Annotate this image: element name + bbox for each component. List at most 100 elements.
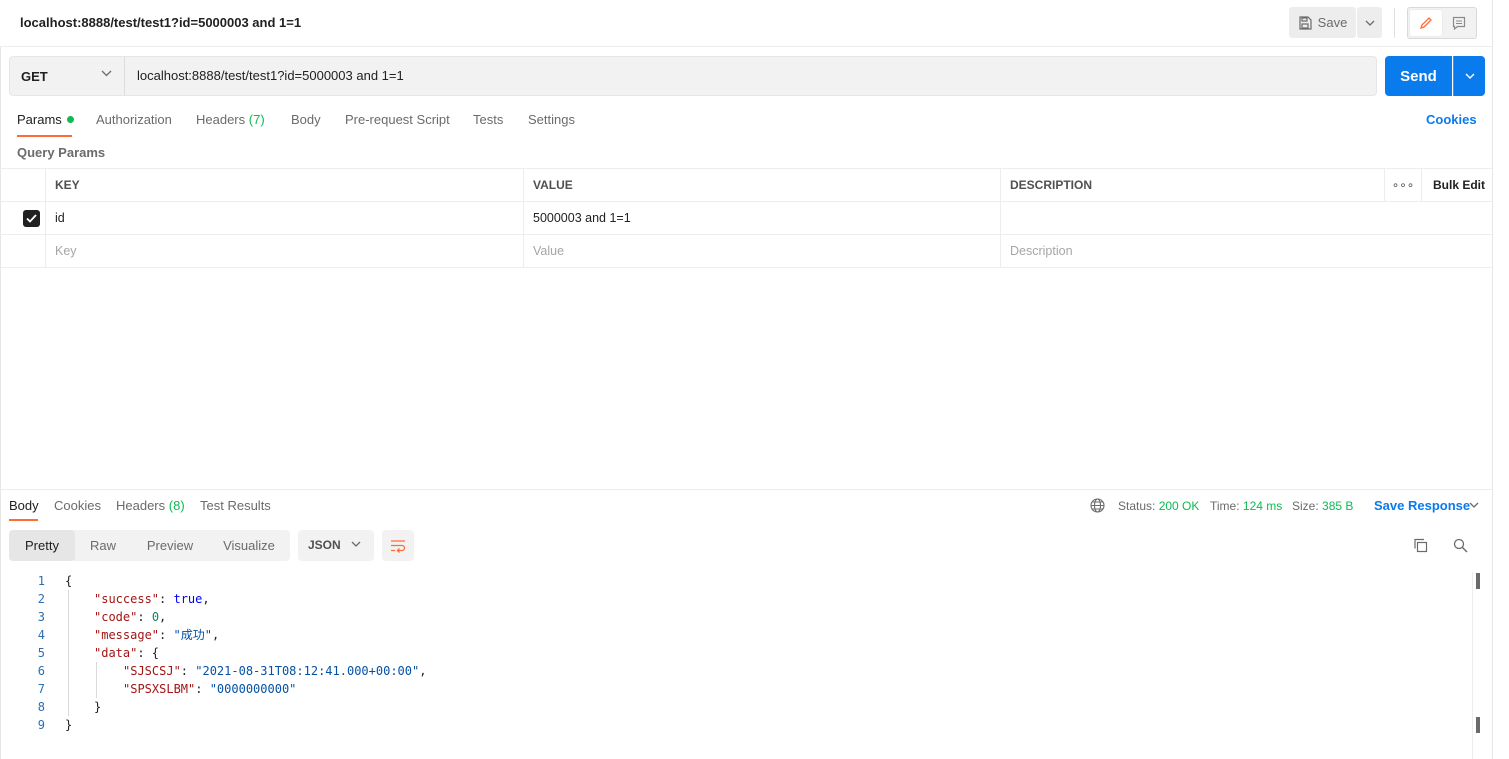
code-text: } bbox=[65, 718, 73, 732]
indent-guide bbox=[96, 662, 97, 698]
comment-mode-button[interactable] bbox=[1444, 10, 1474, 36]
params-active-dot bbox=[66, 116, 74, 123]
line-number: 9 bbox=[37, 718, 45, 732]
globe-icon[interactable] bbox=[1090, 498, 1105, 513]
response-tab-test-results[interactable]: Test Results bbox=[200, 498, 271, 513]
response-tab-body[interactable]: Body bbox=[9, 498, 39, 513]
code-text: "message": "成功", bbox=[94, 628, 220, 642]
request-header: localhost:8888/test/test1?id=5000003 and… bbox=[0, 0, 1493, 47]
line-number: 3 bbox=[37, 610, 45, 624]
more-options-icon[interactable]: ∘∘∘ bbox=[1384, 169, 1421, 202]
send-button[interactable]: Send bbox=[1385, 56, 1452, 96]
response-tab-headers[interactable]: Headers (8) bbox=[116, 498, 185, 513]
save-options-button[interactable] bbox=[1357, 7, 1382, 38]
tab-tests[interactable]: Tests bbox=[473, 112, 503, 127]
new-description-field[interactable]: Description bbox=[1000, 235, 1493, 268]
tab-settings[interactable]: Settings bbox=[528, 112, 575, 127]
chevron-down-icon bbox=[351, 541, 361, 547]
save-response-button[interactable]: Save Response bbox=[1374, 498, 1470, 513]
tab-prerequest-script[interactable]: Pre-request Script bbox=[345, 112, 450, 127]
chevron-down-icon bbox=[1365, 20, 1374, 26]
time-label: Time: bbox=[1210, 499, 1240, 513]
code-text: } bbox=[94, 700, 102, 714]
postman-app: localhost:8888/test/test1?id=5000003 and… bbox=[0, 0, 1509, 759]
chevron-down-icon bbox=[1465, 73, 1474, 79]
code-text: "data": { bbox=[94, 646, 160, 660]
column-header-value: VALUE bbox=[523, 169, 1001, 202]
tab-params[interactable]: Params bbox=[17, 112, 74, 127]
wrap-lines-icon bbox=[391, 539, 406, 553]
save-label: Save bbox=[1317, 15, 1348, 30]
new-key-field[interactable]: Key bbox=[45, 235, 523, 268]
view-raw-button[interactable]: Raw bbox=[79, 530, 127, 561]
line-number: 6 bbox=[37, 664, 45, 678]
line-number: 7 bbox=[37, 682, 45, 696]
wrap-lines-button[interactable] bbox=[382, 530, 414, 561]
response-headers-label: Headers bbox=[116, 498, 166, 513]
scroll-marker bbox=[1476, 573, 1480, 589]
tab-body[interactable]: Body bbox=[291, 112, 321, 127]
response-active-tab-indicator bbox=[9, 519, 38, 521]
active-tab-indicator bbox=[17, 135, 72, 137]
line-number: 1 bbox=[37, 574, 45, 588]
status-value: 200 OK bbox=[1158, 499, 1200, 513]
method-value: GET bbox=[21, 68, 48, 84]
request-title[interactable]: localhost:8888/test/test1?id=5000003 and… bbox=[20, 15, 301, 30]
table-row: id 5000003 and 1=1 bbox=[0, 201, 1493, 235]
table-header-row: KEY VALUE DESCRIPTION ∘∘∘ Bulk Edit bbox=[0, 168, 1493, 202]
divider bbox=[1394, 8, 1395, 38]
cookies-link[interactable]: Cookies bbox=[1426, 112, 1477, 127]
format-select[interactable]: JSON bbox=[298, 530, 374, 561]
headers-count: (7) bbox=[248, 112, 265, 127]
tab-authorization[interactable]: Authorization bbox=[96, 112, 172, 127]
copy-icon[interactable] bbox=[1413, 538, 1428, 553]
line-number: 4 bbox=[37, 628, 45, 642]
time-readout[interactable]: Time: 124 ms bbox=[1210, 499, 1282, 513]
send-options-button[interactable] bbox=[1453, 56, 1485, 96]
search-icon[interactable] bbox=[1453, 538, 1468, 553]
status-readout[interactable]: Status: 200 OK bbox=[1118, 499, 1199, 513]
column-header-key: KEY bbox=[45, 169, 523, 202]
code-text: { bbox=[65, 574, 73, 588]
new-value-field[interactable]: Value bbox=[523, 235, 1001, 268]
query-params-title: Query Params bbox=[17, 145, 106, 160]
row-checkbox[interactable] bbox=[23, 210, 40, 227]
code-text: "code": 0, bbox=[94, 610, 167, 624]
view-visualize-button[interactable]: Visualize bbox=[213, 530, 285, 561]
view-pretty-button[interactable]: Pretty bbox=[9, 530, 75, 561]
method-select[interactable]: GET bbox=[9, 56, 125, 96]
response-headers-count: (8) bbox=[168, 498, 185, 513]
indent-guide bbox=[68, 590, 69, 716]
tab-params-label: Params bbox=[17, 112, 62, 127]
bulk-edit-button[interactable]: Bulk Edit bbox=[1421, 169, 1493, 202]
scroll-marker bbox=[1476, 717, 1480, 733]
save-button[interactable]: Save bbox=[1289, 7, 1356, 38]
chevron-down-icon[interactable] bbox=[1469, 502, 1479, 508]
url-input[interactable]: localhost:8888/test/test1?id=5000003 and… bbox=[124, 56, 1377, 96]
format-value: JSON bbox=[308, 538, 341, 552]
tab-headers-label: Headers bbox=[196, 112, 246, 127]
line-number: 2 bbox=[37, 592, 45, 606]
view-mode-group: Pretty Raw Preview Visualize bbox=[9, 530, 290, 561]
pencil-icon bbox=[1419, 17, 1432, 30]
checkmark-icon bbox=[26, 214, 37, 223]
code-text: "success": true, bbox=[94, 592, 210, 606]
comment-icon bbox=[1452, 16, 1466, 30]
mode-toggle bbox=[1407, 7, 1477, 39]
column-header-description: DESCRIPTION bbox=[1000, 169, 1384, 202]
table-bottom-border bbox=[0, 267, 1493, 268]
view-preview-button[interactable]: Preview bbox=[135, 530, 205, 561]
time-value: 124 ms bbox=[1242, 499, 1283, 513]
size-label: Size: bbox=[1292, 499, 1319, 513]
param-description[interactable] bbox=[1000, 202, 1493, 235]
table-row-empty: Key Value Description bbox=[0, 234, 1493, 268]
edit-mode-button[interactable] bbox=[1410, 10, 1442, 36]
response-divider[interactable] bbox=[0, 489, 1493, 490]
right-border bbox=[1492, 0, 1493, 759]
size-value: 385 B bbox=[1322, 499, 1354, 513]
tab-headers[interactable]: Headers (7) bbox=[196, 112, 265, 127]
size-readout[interactable]: Size: 385 B bbox=[1292, 499, 1353, 513]
response-tab-cookies[interactable]: Cookies bbox=[54, 498, 101, 513]
param-value[interactable]: 5000003 and 1=1 bbox=[523, 202, 1001, 235]
param-key[interactable]: id bbox=[45, 202, 523, 235]
